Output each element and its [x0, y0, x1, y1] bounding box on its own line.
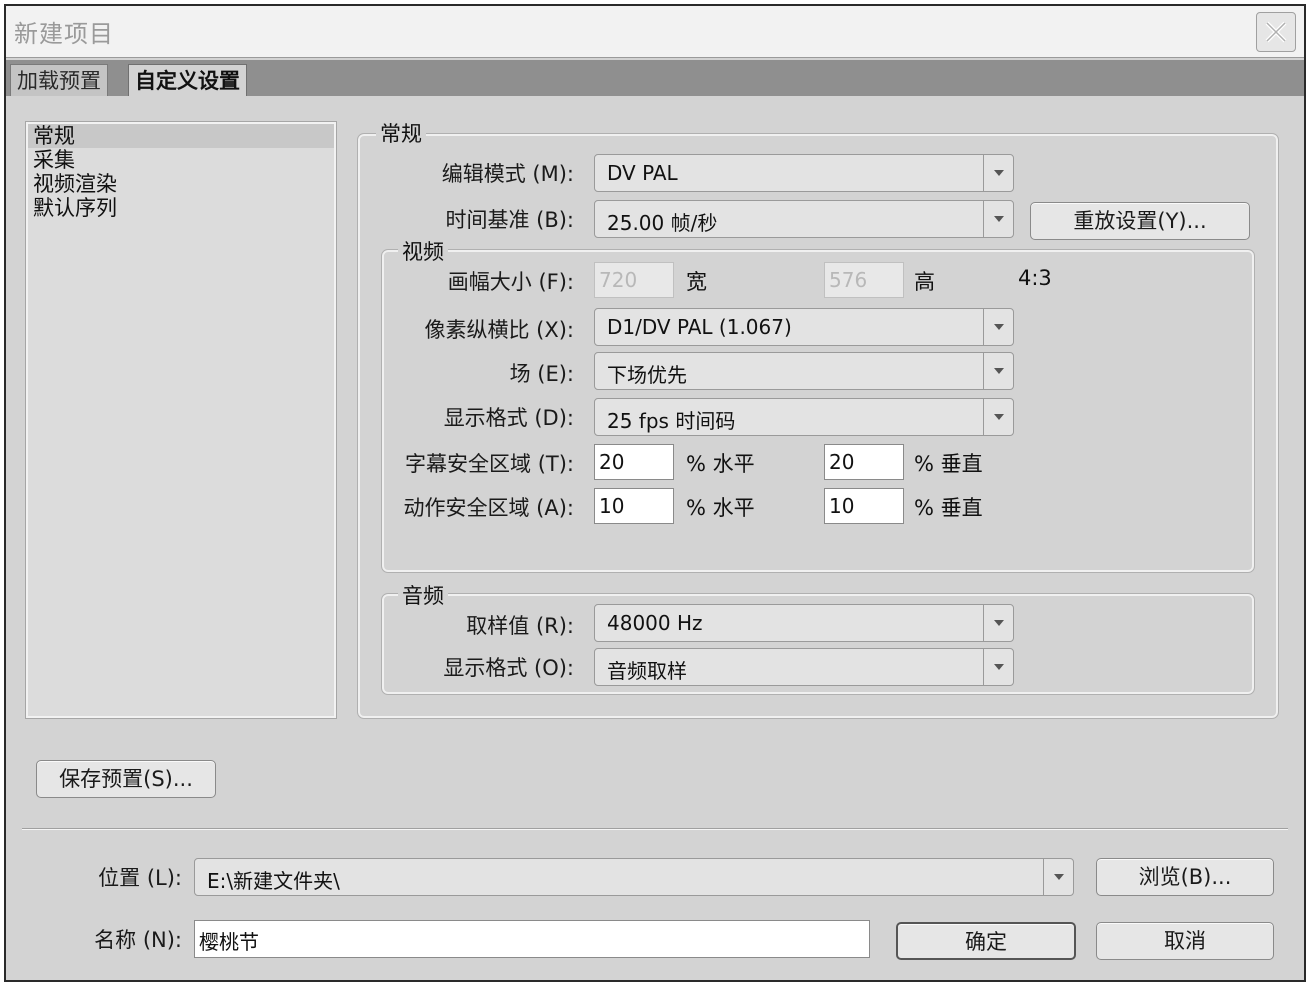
pixel-aspect-dropdown-arrow[interactable]: [983, 309, 1013, 345]
timebase-select[interactable]: 25.00 帧/秒: [594, 200, 1014, 238]
sidebar-item-video-rendering[interactable]: 视频渲染: [28, 172, 334, 196]
action-safe-vertical-unit: % 垂直: [914, 496, 983, 520]
project-name-input[interactable]: 樱桃节: [194, 920, 870, 958]
chevron-down-icon: [993, 216, 1004, 222]
cancel-button[interactable]: 取消: [1096, 922, 1274, 960]
title-bar: 新建项目: [6, 6, 1304, 58]
video-display-format-select[interactable]: 25 fps 时间码: [594, 398, 1014, 436]
sidebar-item-capture[interactable]: 采集: [28, 148, 334, 172]
audio-display-format-dropdown-arrow[interactable]: [983, 649, 1013, 685]
name-label: 名称 (N):: [94, 928, 182, 952]
edit-mode-select[interactable]: DV PAL: [594, 154, 1014, 192]
audio-group-label: 音频: [398, 580, 448, 610]
pixel-aspect-label: 像素纵横比 (X):: [424, 318, 574, 342]
fields-label: 场 (E):: [509, 362, 574, 386]
video-display-format-value: 25 fps 时间码: [607, 409, 736, 433]
action-safe-vertical-input[interactable]: 10: [824, 488, 904, 524]
video-group-label: 视频: [398, 236, 448, 266]
audio-display-format-select[interactable]: 音频取样: [594, 648, 1014, 686]
settings-category-list: 常规 采集 视频渲染 默认序列: [25, 121, 337, 719]
pixel-aspect-value: D1/DV PAL (1.067): [607, 315, 792, 339]
close-icon: [1265, 21, 1287, 43]
chevron-down-icon: [993, 414, 1004, 420]
edit-mode-value: DV PAL: [607, 161, 678, 185]
action-safe-horizontal-unit: % 水平: [686, 496, 755, 520]
location-label: 位置 (L):: [98, 866, 182, 890]
title-safe-horizontal-unit: % 水平: [686, 452, 755, 476]
video-display-format-dropdown-arrow[interactable]: [983, 399, 1013, 435]
edit-mode-label: 编辑模式 (M):: [441, 162, 574, 186]
frame-height-unit: 高: [914, 270, 935, 294]
location-select[interactable]: E:\新建文件夹\: [194, 858, 1074, 896]
audio-display-format-label: 显示格式 (O):: [443, 656, 574, 680]
fields-dropdown-arrow[interactable]: [983, 353, 1013, 389]
aspect-ratio-value: 4:3: [1018, 266, 1052, 290]
chevron-down-icon: [993, 170, 1004, 176]
chevron-down-icon: [993, 324, 1004, 330]
footer-divider: [22, 828, 1288, 830]
tab-custom-settings[interactable]: 自定义设置: [128, 64, 247, 96]
sample-rate-label: 取样值 (R):: [466, 614, 574, 638]
action-safe-label: 动作安全区域 (A):: [403, 496, 574, 520]
general-group-label: 常规: [376, 118, 426, 148]
timebase-label: 时间基准 (B):: [445, 208, 574, 232]
close-button[interactable]: [1256, 12, 1296, 52]
timebase-dropdown-arrow[interactable]: [983, 201, 1013, 237]
window-title: 新建项目: [14, 20, 114, 48]
new-project-dialog: 新建项目 加载预置 自定义设置 常规 采集 视频渲染 默认序列 常规 编辑模式 …: [4, 4, 1306, 982]
sample-rate-value: 48000 Hz: [607, 611, 703, 635]
action-safe-horizontal-input[interactable]: 10: [594, 488, 674, 524]
location-value: E:\新建文件夹\: [207, 869, 340, 893]
fields-select[interactable]: 下场优先: [594, 352, 1014, 390]
chevron-down-icon: [1053, 874, 1064, 880]
frame-width-unit: 宽: [686, 270, 707, 294]
title-safe-vertical-unit: % 垂直: [914, 452, 983, 476]
chevron-down-icon: [993, 620, 1004, 626]
tab-bar: 加载预置 自定义设置: [6, 60, 1304, 96]
audio-display-format-value: 音频取样: [607, 659, 687, 683]
title-safe-label: 字幕安全区域 (T):: [405, 452, 574, 476]
location-dropdown-arrow[interactable]: [1043, 859, 1073, 895]
fields-value: 下场优先: [607, 363, 687, 387]
ok-button[interactable]: 确定: [896, 922, 1076, 960]
sidebar-item-general[interactable]: 常规: [28, 124, 334, 148]
video-display-format-label: 显示格式 (D):: [443, 406, 574, 430]
pixel-aspect-select[interactable]: D1/DV PAL (1.067): [594, 308, 1014, 346]
title-safe-vertical-input[interactable]: 20: [824, 444, 904, 480]
edit-mode-dropdown-arrow[interactable]: [983, 155, 1013, 191]
title-safe-horizontal-input[interactable]: 20: [594, 444, 674, 480]
tab-load-preset[interactable]: 加载预置: [10, 64, 108, 96]
frame-size-label: 画幅大小 (F):: [447, 270, 574, 294]
playback-settings-button[interactable]: 重放设置(Y)...: [1030, 202, 1250, 240]
frame-height-input[interactable]: 576: [824, 262, 904, 298]
frame-width-input[interactable]: 720: [594, 262, 674, 298]
sample-rate-dropdown-arrow[interactable]: [983, 605, 1013, 641]
save-preset-button[interactable]: 保存预置(S)...: [36, 760, 216, 798]
sample-rate-select[interactable]: 48000 Hz: [594, 604, 1014, 642]
timebase-value: 25.00 帧/秒: [607, 211, 718, 235]
chevron-down-icon: [993, 664, 1004, 670]
browse-button[interactable]: 浏览(B)...: [1096, 858, 1274, 896]
chevron-down-icon: [993, 368, 1004, 374]
sidebar-item-default-sequence[interactable]: 默认序列: [28, 196, 334, 220]
